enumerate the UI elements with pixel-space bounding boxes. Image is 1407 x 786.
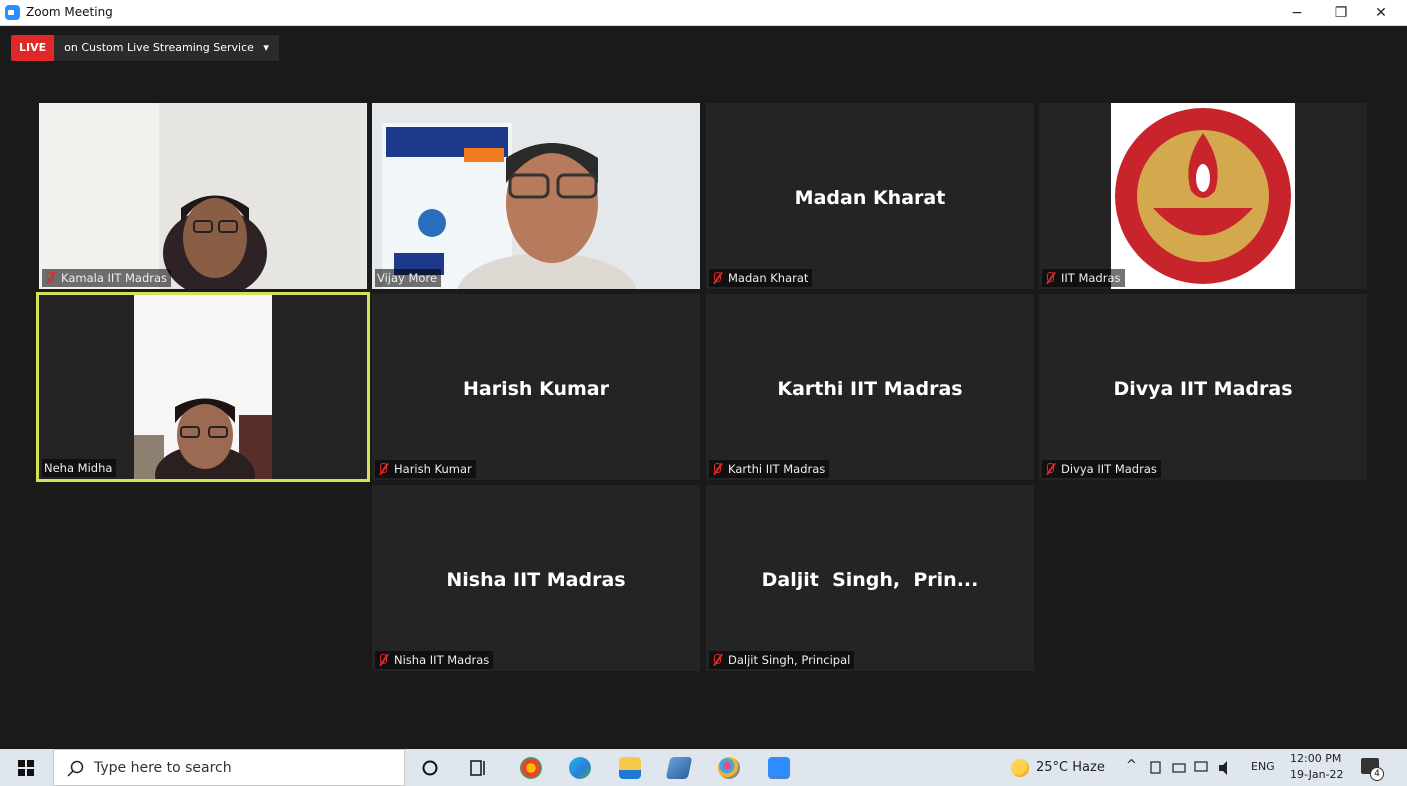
participant-video (372, 103, 700, 289)
participant-name: Madan Kharat (728, 271, 809, 285)
taskbar-search-box[interactable]: Type here to search (53, 749, 405, 786)
muted-mic-icon (1044, 462, 1056, 476)
participant-display-name: Madan Kharat (794, 187, 946, 209)
video-tile-vijay[interactable]: Vijay More (372, 103, 700, 289)
video-tile-neha-active-speaker[interactable]: Neha Midha (36, 292, 370, 482)
muted-mic-icon (377, 653, 389, 667)
clock-time[interactable]: 12:00 PM (1290, 752, 1341, 765)
system-tray-icons[interactable] (1149, 760, 1239, 776)
participant-name: Nisha IIT Madras (394, 653, 490, 667)
notes-app-icon[interactable] (665, 757, 693, 779)
zoom-app-icon (5, 5, 20, 20)
participant-name: Kamala IIT Madras (61, 271, 168, 285)
participant-name: Karthi IIT Madras (728, 462, 826, 476)
windows-taskbar: Type here to search 25°C Haze ^ ENG 12:0… (0, 749, 1407, 786)
video-tile-harish[interactable]: Harish Kumar Harish Kumar (372, 294, 700, 480)
muted-mic-icon (711, 271, 723, 285)
participant-display-name: Karthi IIT Madras (777, 378, 963, 400)
muted-mic-icon (711, 653, 723, 667)
live-service-dropdown[interactable]: on Custom Live Streaming Service ▾ (54, 35, 279, 61)
title-bar: Zoom Meeting − ❐ ✕ (0, 0, 1407, 26)
muted-mic-icon (1044, 271, 1056, 285)
participant-name: Daljit Singh, Principal (728, 653, 851, 667)
notification-count-badge: 4 (1370, 767, 1384, 781)
language-indicator[interactable]: ENG (1251, 760, 1275, 773)
paint-icon[interactable] (718, 757, 740, 779)
weather-text[interactable]: 25°C Haze (1036, 760, 1105, 775)
search-icon (67, 760, 84, 777)
participant-name-label: IIT Madras (1042, 269, 1125, 287)
participant-name-label: Harish Kumar (375, 460, 476, 478)
participant-name: Harish Kumar (394, 462, 472, 476)
participant-name: IIT Madras (1061, 271, 1121, 285)
task-view-icon[interactable] (470, 759, 488, 777)
file-explorer-icon[interactable] (619, 757, 641, 779)
chevron-down-icon: ▾ (263, 41, 269, 54)
video-tile-nisha[interactable]: Nisha IIT Madras Nisha IIT Madras (372, 485, 700, 671)
muted-mic-icon (44, 271, 56, 285)
participant-display-name: Harish Kumar (463, 378, 609, 400)
weather-icon (1011, 759, 1029, 777)
participant-name: Vijay More (377, 271, 438, 285)
participant-name-label: Nisha IIT Madras (375, 651, 494, 669)
live-service-label: on Custom Live Streaming Service (64, 41, 254, 54)
video-tile-iit-madras[interactable]: IIT Madras (1039, 103, 1367, 289)
iit-madras-logo (1111, 103, 1295, 289)
video-tile-divya[interactable]: Divya IIT Madras Divya IIT Madras (1039, 294, 1367, 480)
participant-name-label: Karthi IIT Madras (709, 460, 830, 478)
search-placeholder: Type here to search (94, 760, 232, 776)
participant-name-label: Daljit Singh, Principal (709, 651, 855, 669)
participant-name-label: Kamala IIT Madras (42, 269, 172, 287)
participant-name-label: Vijay More (375, 269, 442, 287)
video-tile-daljit[interactable]: Daljit Singh, Prin... Daljit Singh, Prin… (706, 485, 1034, 671)
participant-name-label: Madan Kharat (709, 269, 813, 287)
muted-mic-icon (711, 462, 723, 476)
window-title: Zoom Meeting (26, 5, 113, 19)
participant-display-name: Nisha IIT Madras (446, 569, 626, 591)
live-badge: LIVE (11, 35, 55, 61)
participant-display-name: Divya IIT Madras (1113, 378, 1293, 400)
minimize-button[interactable]: − (1274, 0, 1320, 26)
participant-name: Divya IIT Madras (1061, 462, 1157, 476)
participant-name-label: Neha Midha (42, 459, 117, 477)
clock-date[interactable]: 19-Jan-22 (1290, 768, 1344, 781)
participant-name-label: Divya IIT Madras (1042, 460, 1161, 478)
close-button[interactable]: ✕ (1358, 0, 1404, 26)
participant-name: Neha Midha (44, 461, 113, 475)
participant-video (39, 295, 367, 479)
video-tile-madan[interactable]: Madan Kharat Madan Kharat (706, 103, 1034, 289)
cortana-icon[interactable] (421, 759, 439, 777)
edge-icon[interactable] (569, 757, 591, 779)
video-tile-kamala[interactable]: Kamala IIT Madras (39, 103, 367, 289)
chrome-icon[interactable] (520, 757, 542, 779)
video-tile-karthi[interactable]: Karthi IIT Madras Karthi IIT Madras (706, 294, 1034, 480)
windows-start-icon[interactable] (18, 760, 34, 776)
live-stream-indicator[interactable]: LIVE on Custom Live Streaming Service ▾ (11, 35, 279, 61)
muted-mic-icon (377, 462, 389, 476)
participant-display-name: Daljit Singh, Prin... (761, 569, 979, 591)
chevron-up-icon[interactable]: ^ (1126, 758, 1137, 773)
participant-video (39, 103, 367, 289)
zoom-taskbar-icon[interactable] (768, 757, 790, 779)
